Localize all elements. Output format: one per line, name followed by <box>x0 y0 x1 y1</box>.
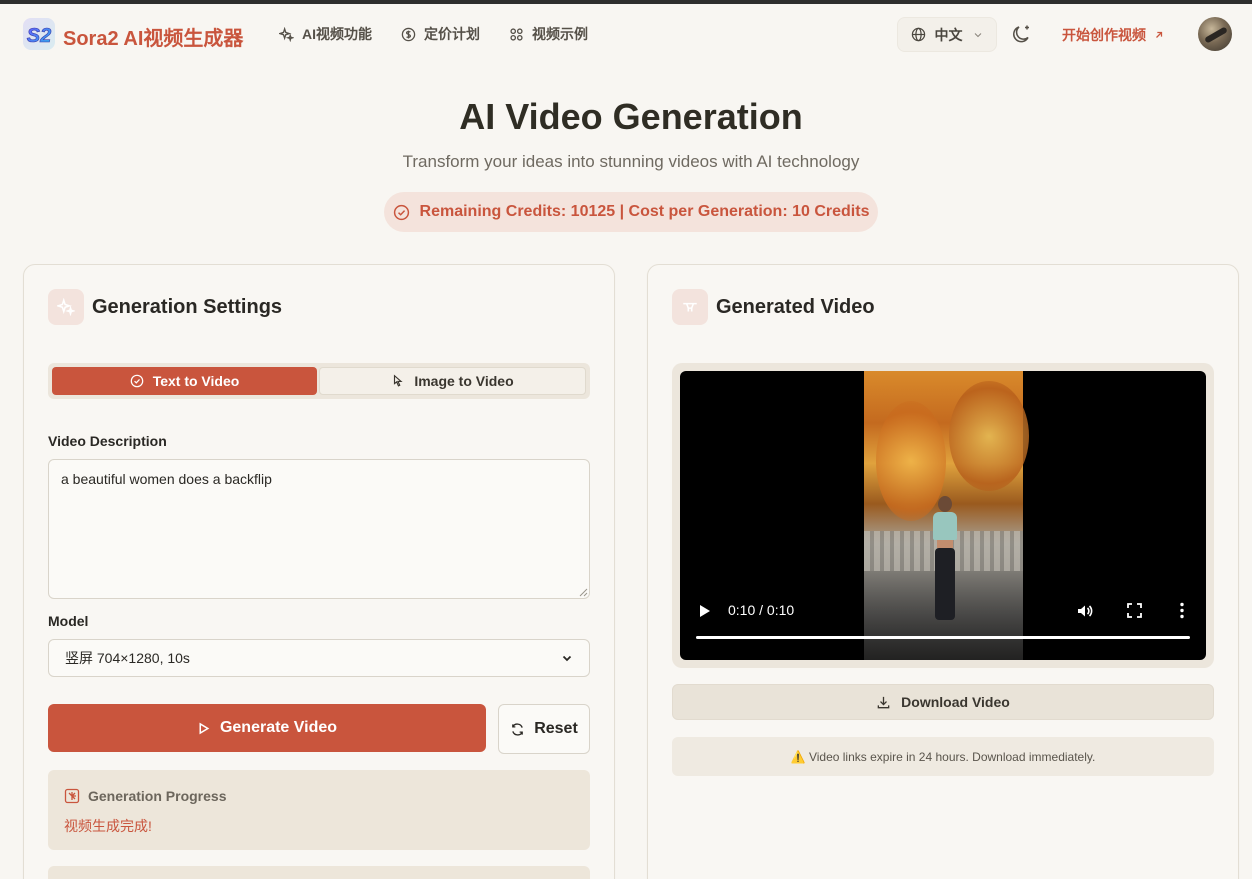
video-seek-bar[interactable] <box>696 636 1190 639</box>
brand-name[interactable]: Sora2 AI视频生成器 <box>63 22 243 51</box>
tab-label: Text to Video <box>152 373 240 389</box>
settings-title: Generation Settings <box>92 295 283 318</box>
page-subtitle: Transform your ideas into stunning video… <box>402 152 860 171</box>
tab-text-to-video[interactable]: Text to Video <box>52 367 317 395</box>
nav-examples[interactable]: 视频示例 <box>509 24 588 44</box>
logo-text: S2 <box>27 25 51 47</box>
subject-top <box>933 512 957 540</box>
video-title: Generated Video <box>716 295 875 318</box>
download-icon <box>877 696 890 708</box>
globe-icon <box>911 27 925 42</box>
generated-video-card: Generated Video 0:10 / 0:10 Download Vid… <box>647 264 1239 879</box>
download-video-button[interactable]: Download Video <box>672 684 1214 720</box>
mode-tabs: Text to Video Image to Video <box>48 363 590 399</box>
grid-icon <box>510 27 523 41</box>
expiry-notice: ⚠️ Video links expire in 24 hours. Downl… <box>672 737 1214 776</box>
video-controls: 0:10 / 0:10 <box>680 591 1206 660</box>
credits-badge: Remaining Credits: 10125 | Cost per Gene… <box>384 192 878 232</box>
generation-progress-panel: Generation Progress 视频生成完成! <box>48 770 590 850</box>
logo-icon[interactable]: S2 <box>22 17 56 51</box>
arrow-up-right-icon <box>1156 31 1163 38</box>
check-circle-icon <box>393 204 409 220</box>
video-icon-badge <box>672 289 708 325</box>
tab-label: Image to Video <box>414 373 514 389</box>
dollar-circle-icon <box>401 27 416 41</box>
video-icon <box>683 302 697 312</box>
pointer-icon <box>394 374 403 387</box>
credits-text: Remaining Credits: 10125 | Cost per Gene… <box>419 203 870 220</box>
language-label: 中文 <box>934 26 963 43</box>
resize-handle-icon[interactable] <box>579 588 588 597</box>
cta-label: 开始创作视频 <box>1062 27 1146 43</box>
download-label: Download Video <box>901 694 1010 710</box>
chevron-down-icon <box>974 32 981 37</box>
fullscreen-icon[interactable] <box>1127 603 1142 618</box>
description-label: Video Description <box>48 433 167 449</box>
more-options-icon[interactable] <box>1179 602 1185 619</box>
play-icon <box>199 722 210 734</box>
top-nav: S2 Sora2 AI视频生成器 AI视频功能 定价计划 视频示例 中文 开始创… <box>0 4 1252 64</box>
next-panel <box>48 866 590 879</box>
check-circle-icon <box>130 374 143 388</box>
dark-mode-icon[interactable] <box>1010 22 1034 46</box>
subject-head <box>938 496 952 512</box>
avatar[interactable] <box>1198 17 1232 51</box>
generate-label: Generate Video <box>219 719 338 736</box>
video-player[interactable]: 0:10 / 0:10 <box>680 371 1206 660</box>
model-value: 竖屏 704×1280, 10s <box>65 650 190 666</box>
tab-image-to-video[interactable]: Image to Video <box>319 367 586 395</box>
nav-label: 视频示例 <box>532 26 588 42</box>
volume-icon[interactable] <box>1076 602 1094 620</box>
chevron-down-icon <box>562 655 572 662</box>
start-creating-link[interactable]: 开始创作视频 <box>1062 25 1164 45</box>
nav-label: 定价计划 <box>424 26 480 42</box>
progress-header: Generation Progress <box>64 788 227 804</box>
sparkles-icon <box>57 298 75 316</box>
generation-settings-card: Generation Settings Text to Video Image … <box>23 264 615 879</box>
video-header: Generated Video <box>672 289 875 325</box>
reset-button[interactable]: Reset <box>498 704 590 754</box>
sparkles-icon <box>279 26 294 42</box>
model-select[interactable]: 竖屏 704×1280, 10s <box>48 639 590 677</box>
nav-pricing[interactable]: 定价计划 <box>401 24 480 44</box>
page-title: AI Video Generation <box>459 96 803 137</box>
nav-ai-features[interactable]: AI视频功能 <box>279 24 372 44</box>
nav-label: AI视频功能 <box>302 26 372 42</box>
settings-header: Generation Settings <box>48 289 282 325</box>
play-icon[interactable] <box>699 604 711 618</box>
model-label: Model <box>48 613 89 629</box>
video-description-input[interactable]: a beautiful women does a backflip <box>48 459 590 599</box>
progress-status: 视频生成完成! <box>64 818 152 834</box>
video-tree <box>949 381 1029 491</box>
generate-video-button[interactable]: Generate Video <box>48 704 486 752</box>
settings-icon-badge <box>48 289 84 325</box>
video-time: 0:10 / 0:10 <box>728 602 795 618</box>
video-container: 0:10 / 0:10 <box>672 363 1214 668</box>
subject-waist <box>937 540 953 548</box>
refresh-icon <box>512 722 524 736</box>
reset-label: Reset <box>534 720 578 737</box>
language-selector[interactable]: 中文 <box>897 17 997 52</box>
progress-title: Generation Progress <box>88 788 227 804</box>
spinner-icon <box>64 788 80 804</box>
